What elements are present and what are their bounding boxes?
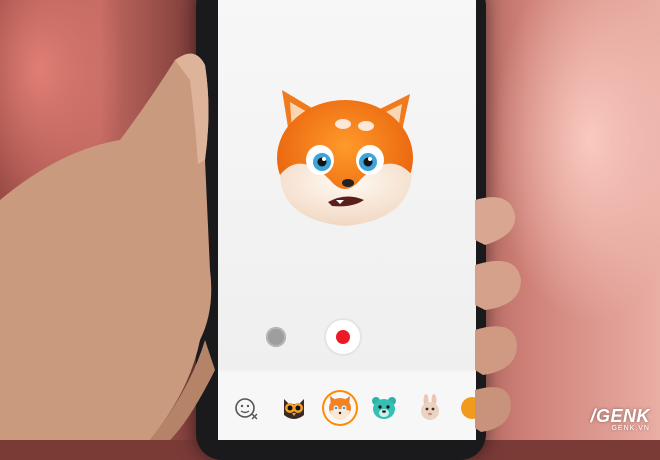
fox-avatar-button[interactable] bbox=[324, 392, 356, 424]
camera-preview bbox=[218, 0, 476, 370]
phone-screen bbox=[218, 0, 476, 440]
shutter-row bbox=[218, 316, 476, 358]
mode-toggle-button[interactable] bbox=[266, 327, 286, 347]
watermark: /GENK GENK.VN bbox=[590, 407, 650, 432]
owl-avatar-button[interactable] bbox=[278, 392, 310, 424]
rabbit-icon bbox=[421, 394, 439, 420]
rabbit-avatar-button[interactable] bbox=[414, 392, 446, 424]
watermark-site: GENK.VN bbox=[611, 425, 650, 432]
bear-avatar-button[interactable] bbox=[368, 392, 400, 424]
watermark-brand: /GENK bbox=[590, 406, 650, 426]
bear-icon bbox=[372, 397, 396, 419]
fox-avatar bbox=[277, 90, 413, 226]
owl-icon bbox=[284, 399, 304, 419]
right-fingers bbox=[475, 197, 521, 432]
left-hand bbox=[0, 53, 215, 440]
fox-icon bbox=[329, 396, 351, 420]
record-dot-icon bbox=[336, 330, 350, 344]
avatar-tray bbox=[218, 372, 476, 440]
record-button[interactable] bbox=[324, 318, 362, 356]
